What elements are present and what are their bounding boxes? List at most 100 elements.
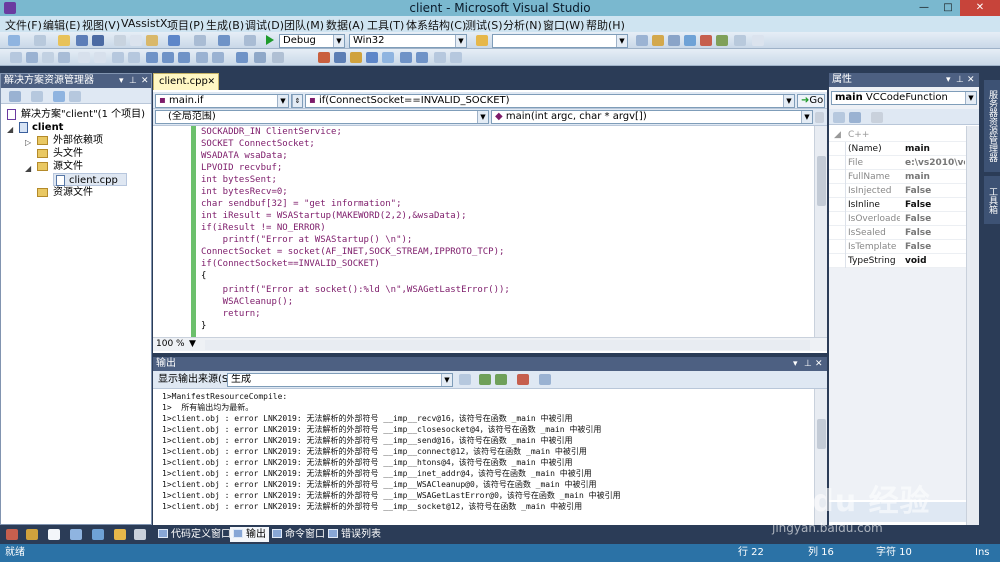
menu-tools[interactable]: 工具(T): [367, 17, 404, 33]
property-row[interactable]: Filee:\vs2010\vc\pro: [829, 156, 966, 170]
close-button[interactable]: ✕: [960, 0, 1000, 16]
menu-file[interactable]: 文件(F): [5, 17, 42, 33]
va-back-icon[interactable]: [400, 52, 412, 63]
category-row[interactable]: ◢ C++: [829, 128, 966, 142]
split-icon[interactable]: [815, 112, 824, 123]
pin-icon[interactable]: ▾: [946, 73, 951, 87]
member-list-icon[interactable]: [10, 52, 22, 63]
property-pages-icon[interactable]: [871, 112, 883, 123]
va-open-file-icon[interactable]: [334, 52, 346, 63]
property-row[interactable]: IsTemplate False: [829, 240, 966, 254]
collapsed-triangle-icon[interactable]: ▷: [25, 136, 31, 149]
tab-output[interactable]: 输出: [230, 527, 269, 542]
solution-configuration-select[interactable]: Debug ▼: [279, 34, 345, 48]
next-bookmark-in-folder-icon[interactable]: [212, 52, 224, 63]
tab-code-definition[interactable]: 代码定义窗口: [158, 527, 231, 542]
object-select[interactable]: main VCCodeFunction ▼: [831, 91, 977, 105]
pin-icon[interactable]: ▾: [119, 74, 124, 88]
format-icon[interactable]: [272, 52, 284, 63]
bookmark-window-icon[interactable]: [254, 52, 266, 63]
save-all-icon[interactable]: [92, 35, 104, 46]
next-message-icon[interactable]: [495, 374, 507, 385]
cut-icon[interactable]: [114, 35, 126, 46]
parameter-info-icon[interactable]: [26, 52, 38, 63]
auto-hide-icon[interactable]: ⊥: [804, 357, 812, 371]
property-row[interactable]: (Name) main: [829, 142, 966, 156]
solution-platform-select[interactable]: Win32 ▼: [349, 34, 467, 48]
comment-out-icon[interactable]: [112, 52, 124, 63]
code-text-area[interactable]: SOCKADDR_IN ClientService; SOCKET Connec…: [153, 126, 813, 337]
scope-combo[interactable]: ▪ if(ConnectSocket==INVALID_SOCKET) ▼: [305, 94, 795, 108]
tree-item-client-cpp[interactable]: client.cpp client.cpp_: [53, 173, 127, 186]
output-text-area[interactable]: 1>ManifestResourceCompile: 1> 所有输出均为最新。 …: [153, 389, 813, 525]
va-rename-icon[interactable]: [382, 52, 394, 63]
close-icon[interactable]: ✕: [967, 73, 975, 87]
va-outline-icon[interactable]: [318, 52, 330, 63]
property-row[interactable]: IsSealed False: [829, 226, 966, 240]
go-button[interactable]: ➜Go: [797, 94, 825, 108]
team-explorer-tab-icon[interactable]: [70, 529, 82, 540]
output-source-select[interactable]: 生成 ▼: [227, 373, 453, 387]
window-layout-icon[interactable]: [752, 35, 764, 46]
menu-analyze[interactable]: 分析(N): [503, 17, 542, 33]
server-explorer-tab[interactable]: 服务器资源管理器: [984, 80, 1000, 172]
start-page-icon[interactable]: [716, 35, 728, 46]
paste-icon[interactable]: [146, 35, 158, 46]
close-icon[interactable]: ✕: [207, 74, 215, 90]
show-all-files-icon[interactable]: [31, 91, 43, 102]
global-scope-combo[interactable]: (全局范围) ▼: [155, 110, 489, 124]
macro-tab-icon[interactable]: [134, 529, 146, 540]
va-view-tab-icon[interactable]: [114, 529, 126, 540]
zoom-level[interactable]: 100 %: [156, 339, 185, 349]
property-row[interactable]: TypeString void: [829, 254, 966, 268]
menu-test[interactable]: 测试(S): [465, 17, 503, 33]
properties-icon[interactable]: [9, 91, 21, 102]
menu-build[interactable]: 生成(B): [206, 17, 244, 33]
collapse-icon[interactable]: ◢: [834, 128, 841, 142]
menu-edit[interactable]: 编辑(E): [43, 17, 81, 33]
menu-data[interactable]: 数据(A): [326, 17, 364, 33]
find-message-icon[interactable]: [459, 374, 471, 385]
nav-split-button[interactable]: ⇕: [291, 94, 303, 108]
copy-icon[interactable]: [130, 35, 142, 46]
decrease-indent-icon[interactable]: [78, 52, 90, 63]
navigate-back-icon[interactable]: [218, 35, 230, 46]
view-class-diagram-icon[interactable]: [69, 91, 81, 102]
previous-message-icon[interactable]: [479, 374, 491, 385]
properties-icon[interactable]: [668, 35, 680, 46]
categorized-icon[interactable]: [833, 112, 845, 123]
scroll-thumb[interactable]: [817, 156, 826, 206]
menu-view[interactable]: 视图(V): [82, 17, 120, 33]
find-in-files-icon[interactable]: [476, 35, 488, 46]
increase-indent-icon[interactable]: [94, 52, 106, 63]
property-row[interactable]: FullName main: [829, 170, 966, 184]
menu-architecture[interactable]: 体系结构(C): [406, 17, 466, 33]
find-icon[interactable]: [636, 35, 648, 46]
uncomment-icon[interactable]: [128, 52, 140, 63]
auto-hide-icon[interactable]: ⊥: [129, 74, 137, 88]
solution-explorer-tab-icon[interactable]: [6, 529, 18, 540]
chevron-down-icon[interactable]: ▼: [189, 338, 196, 351]
toolbox-tab[interactable]: 工具箱: [984, 176, 1000, 224]
editor-vertical-scrollbar[interactable]: [814, 126, 827, 337]
function-combo[interactable]: ◆ main(int argc, char * argv[]) ▼: [491, 110, 813, 124]
previous-bookmark-in-folder-icon[interactable]: [196, 52, 208, 63]
va-forward-icon[interactable]: [416, 52, 428, 63]
tab-client-cpp[interactable]: client.cpp ✕: [153, 73, 219, 90]
extension-manager-icon[interactable]: [734, 35, 746, 46]
open-folder-icon[interactable]: [58, 35, 70, 46]
quick-info-icon[interactable]: [42, 52, 54, 63]
redo-icon[interactable]: [194, 35, 206, 46]
menu-team[interactable]: 团队(M): [284, 17, 324, 33]
properties-scrollbar[interactable]: [966, 126, 979, 525]
symbol-combo[interactable]: ▪ main.if ▼: [155, 94, 289, 108]
navigate-forward-icon[interactable]: [244, 35, 256, 46]
save-icon[interactable]: [76, 35, 88, 46]
pin-icon[interactable]: ▾: [793, 357, 798, 371]
tab-command-window[interactable]: 命令窗口: [272, 527, 325, 542]
clear-all-icon[interactable]: [517, 374, 529, 385]
alphabetical-icon[interactable]: [849, 112, 861, 123]
menu-vassistx[interactable]: VAssistX: [121, 17, 167, 30]
expanded-triangle-icon[interactable]: ◢: [7, 123, 13, 136]
property-row[interactable]: IsInjected False: [829, 184, 966, 198]
